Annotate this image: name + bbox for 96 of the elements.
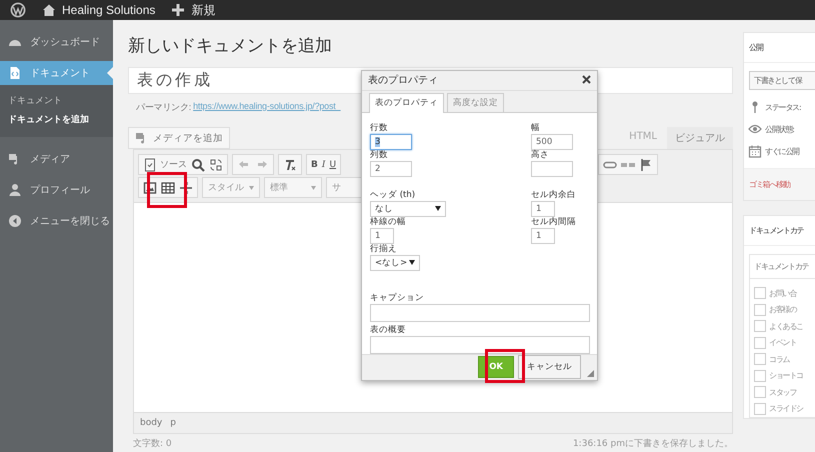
image-icon: [143, 180, 157, 194]
source-button[interactable]: ソース: [143, 158, 187, 172]
plus-icon: [171, 3, 186, 17]
element-path-item[interactable]: body: [140, 418, 162, 428]
word-count: 文字数: 0: [133, 438, 172, 450]
table-icon: [161, 180, 175, 194]
document-icon: [143, 158, 157, 172]
caret-icon: [435, 206, 441, 212]
search-icon: [191, 158, 205, 172]
input-field[interactable]: 500: [531, 134, 573, 150]
input-field[interactable]: [370, 304, 590, 322]
underline-button[interactable]: U: [329, 160, 336, 170]
input-field[interactable]: 1: [531, 228, 555, 244]
horizontal-rule-icon: [179, 180, 193, 194]
checkbox-label: お客様の: [769, 304, 796, 316]
publish-info: ステータス:: [765, 102, 800, 112]
menu-item[interactable]: プロフィール: [0, 178, 113, 202]
publish-info: すぐに公開: [765, 146, 800, 156]
replace-icon: [209, 158, 223, 172]
panel-title: ドキュメントカテ: [744, 216, 815, 246]
dropdown[interactable]: <なし>: [370, 254, 420, 271]
menu-item[interactable]: ダッシュボード: [0, 30, 113, 54]
panel-title: 公開: [744, 33, 815, 63]
page-title: 新しいドキュメントを追加: [128, 35, 333, 57]
caret-icon: [409, 260, 415, 266]
person-icon: [8, 183, 22, 197]
new-link[interactable]: 新規: [191, 2, 216, 18]
field-label: 表の概要: [370, 324, 407, 336]
input-field[interactable]: 1: [531, 200, 555, 217]
resize-grip-icon: [587, 370, 594, 377]
field-label: セル内間隔: [531, 216, 577, 228]
checkbox[interactable]: [754, 386, 766, 398]
publish-info: 公開状態:: [765, 124, 794, 134]
remove-format-icon: [283, 158, 297, 172]
flag-icon: [639, 158, 653, 172]
caret-icon: [249, 186, 254, 190]
dropdown[interactable]: なし: [370, 200, 446, 217]
checkbox[interactable]: [754, 370, 766, 382]
input-field[interactable]: 1: [370, 228, 394, 244]
checkbox[interactable]: [754, 304, 766, 316]
caret-icon: [311, 186, 316, 190]
menu-item[interactable]: ドキュメント: [0, 61, 113, 85]
element-path-item[interactable]: p: [170, 418, 176, 428]
input-field[interactable]: [370, 336, 590, 354]
category-tab[interactable]: ドキュメントカテ: [749, 254, 815, 279]
checkbox-label: コラム: [769, 354, 790, 365]
save-draft-button[interactable]: 下書きとして保: [749, 71, 815, 90]
field-label: 枠線の幅: [370, 216, 407, 228]
ok-button[interactable]: OK: [478, 356, 514, 378]
site-name[interactable]: Healing Solutions: [62, 3, 156, 17]
field-label: 幅: [531, 122, 541, 134]
eye-icon: [748, 122, 762, 136]
input-field[interactable]: [531, 160, 573, 177]
autosave-status: 1:36:16 pmに下書きを保存しました。: [572, 438, 733, 450]
checkbox-label: よくあるこ: [769, 320, 804, 332]
field-label: 高さ: [531, 150, 550, 161]
dialog-title: 表のプロパティ: [368, 74, 438, 88]
toolbar-dropdown[interactable]: スタイル: [202, 177, 260, 198]
field-label: 行数: [370, 122, 389, 134]
dialog-tab[interactable]: 表のプロパティ: [369, 92, 444, 113]
document-icon: [8, 66, 22, 80]
field-label: セル内余白: [531, 190, 577, 201]
submenu-item[interactable]: ドキュメント: [0, 91, 113, 110]
collapse-icon: [8, 214, 22, 228]
input-field[interactable]: 3: [370, 134, 412, 150]
highlight-frame: [147, 172, 187, 208]
submenu-item[interactable]: ドキュメントを追加: [0, 110, 113, 129]
checkbox-label: お問い合: [769, 288, 796, 299]
highlight-frame: [485, 349, 525, 383]
field-label: キャプション: [370, 292, 425, 304]
field-label: 行揃え: [370, 244, 398, 255]
checkbox[interactable]: [754, 336, 766, 349]
checkbox[interactable]: [754, 287, 766, 300]
cancel-button[interactable]: キャンセル: [518, 355, 581, 380]
trash-link[interactable]: ゴミ箱へ移動: [749, 180, 790, 189]
input-field[interactable]: 2: [370, 160, 412, 177]
add-media-button[interactable]: メディアを追加: [128, 127, 230, 149]
menu-item[interactable]: メディア: [0, 147, 113, 171]
checkbox[interactable]: [754, 320, 766, 332]
checkbox-label: ショートコ: [769, 370, 804, 382]
calendar-icon: [748, 144, 762, 158]
italic-button[interactable]: I: [322, 160, 326, 170]
bold-button[interactable]: B: [311, 160, 318, 170]
close-icon: [582, 74, 591, 84]
menu-item[interactable]: メニューを閉じる: [0, 209, 113, 233]
toolbar-dropdown[interactable]: 標準: [264, 177, 322, 198]
checkbox-label: スライドシ: [769, 403, 804, 414]
dialog-tab[interactable]: 高度な設定: [447, 92, 504, 112]
checkbox-label: スタッフ: [769, 386, 796, 398]
field-label: 列数: [370, 150, 389, 161]
checkbox-label: イベント: [769, 337, 796, 348]
home-icon: [42, 3, 56, 17]
checkbox[interactable]: [754, 402, 766, 415]
permalink-label: パーマリンク:: [136, 101, 192, 114]
checkbox[interactable]: [754, 353, 766, 366]
editor-tab[interactable]: ビジュアル: [667, 127, 733, 149]
